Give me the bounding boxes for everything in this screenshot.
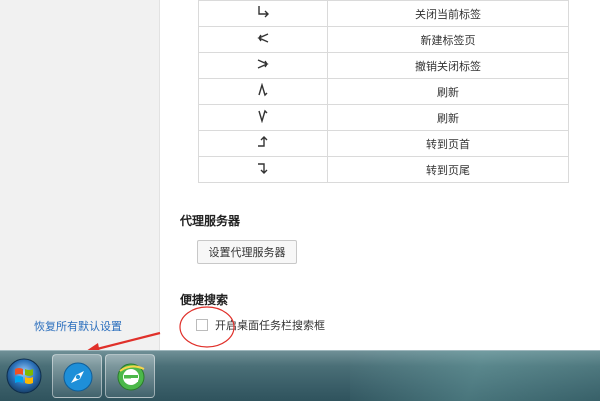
- gesture-cell: [198, 104, 328, 131]
- ie-green-icon: [117, 363, 145, 391]
- desktop-background: [350, 351, 600, 401]
- browser-icon: [63, 362, 93, 392]
- start-button[interactable]: [2, 353, 46, 399]
- quick-search-section-title: 便捷搜索: [180, 293, 229, 307]
- action-cell: 新建标签页: [327, 26, 569, 53]
- action-cell: 转到页首: [327, 130, 569, 157]
- table-row: 转到页尾: [198, 156, 569, 183]
- gesture-cell: [198, 0, 328, 27]
- start-orb-icon: [6, 358, 42, 394]
- table-row: 刷新: [198, 104, 569, 131]
- gesture-cell: [198, 130, 328, 157]
- windows-taskbar: [0, 350, 600, 401]
- taskbar-search-option[interactable]: 开启桌面任务栏搜索框: [196, 317, 325, 333]
- table-row: 刷新: [198, 78, 569, 105]
- gesture-cell: [198, 26, 328, 53]
- action-cell: 转到页尾: [327, 156, 569, 183]
- taskbar-browser-button[interactable]: [52, 354, 102, 398]
- right-up-gesture-icon: [255, 135, 271, 149]
- restore-defaults-link[interactable]: 恢复所有默认设置: [34, 318, 122, 334]
- down-right-gesture-icon: [255, 5, 271, 19]
- right-down-gesture-icon: [255, 161, 271, 175]
- taskbar-ie-button[interactable]: [105, 354, 155, 398]
- taskbar-search-checkbox-label: 开启桌面任务栏搜索框: [215, 319, 325, 332]
- taskbar-search-checkbox[interactable]: [196, 319, 208, 331]
- table-row: 新建标签页: [198, 26, 569, 53]
- right-angle-gesture-icon: [255, 57, 271, 71]
- up-down-gesture-icon: [255, 83, 271, 97]
- gesture-cell: [198, 78, 328, 105]
- table-row: 撤销关闭标签: [198, 52, 569, 79]
- down-up-gesture-icon: [255, 109, 271, 123]
- left-angle-gesture-icon: [255, 31, 271, 45]
- action-cell: 刷新: [327, 78, 569, 105]
- gesture-cell: [198, 156, 328, 183]
- proxy-section-title: 代理服务器: [180, 214, 241, 228]
- settings-sidebar: [0, 0, 160, 350]
- table-row: 关闭当前标签: [198, 0, 569, 27]
- table-row: 转到页首: [198, 130, 569, 157]
- action-cell: 撤销关闭标签: [327, 52, 569, 79]
- set-proxy-button[interactable]: 设置代理服务器: [197, 240, 297, 264]
- gesture-cell: [198, 52, 328, 79]
- action-cell: 关闭当前标签: [327, 0, 569, 27]
- action-cell: 刷新: [327, 104, 569, 131]
- mouse-gesture-table: 关闭当前标签 新建标签页 撤销关闭标签 刷新 刷新 转到页首 转到页尾: [198, 0, 569, 183]
